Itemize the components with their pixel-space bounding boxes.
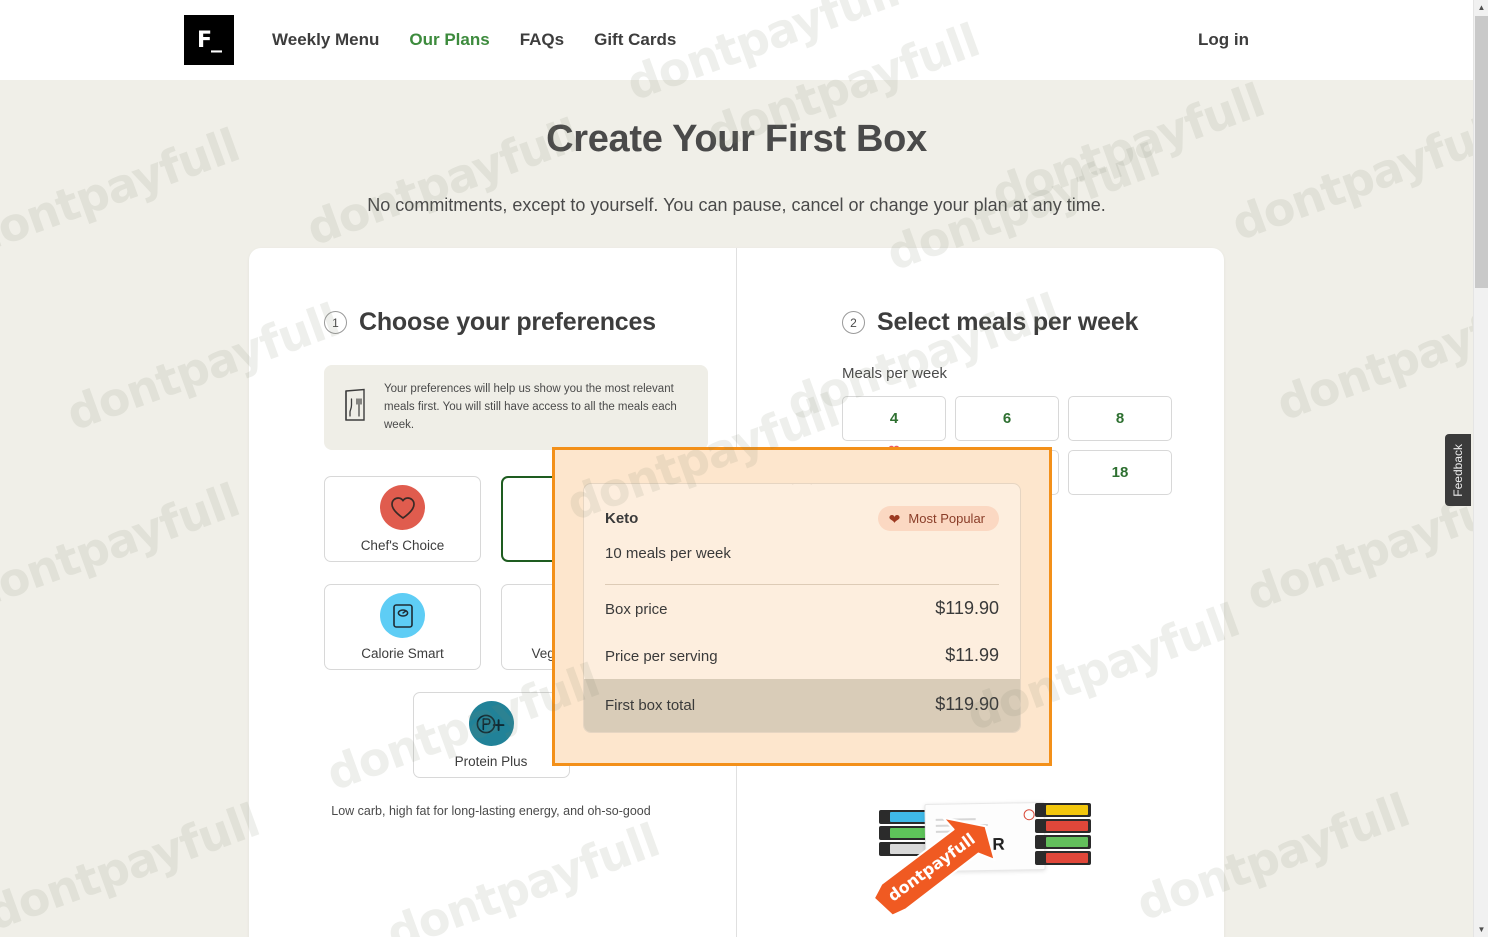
- price-summary-panel: Keto ❤ Most Popular 10 meals per week Bo…: [583, 483, 1021, 733]
- or-separator-text: OR: [977, 834, 1006, 855]
- nav-item-faqs[interactable]: FAQs: [520, 30, 564, 50]
- heart-icon: ❤: [888, 510, 901, 527]
- login-link[interactable]: Log in: [1198, 30, 1249, 50]
- price-row-per-serving: Price per serving $11.99: [584, 632, 1020, 679]
- main-navigation: Weekly Menu Our Plans FAQs Gift Cards: [272, 30, 676, 50]
- page-subtitle: No commitments, except to yourself. You …: [367, 195, 1106, 215]
- step-2-number: 2: [842, 311, 865, 334]
- feedback-label: Feedback: [1451, 443, 1465, 497]
- nav-item-gift-cards[interactable]: Gift Cards: [594, 30, 676, 50]
- preference-label: Calorie Smart: [361, 646, 444, 662]
- step-2-column: 2 Select meals per week Meals per week 4…: [552, 248, 1224, 937]
- meals-option-18[interactable]: 18: [1068, 450, 1172, 495]
- price-summary-highlight: Keto ❤ Most Popular 10 meals per week Bo…: [552, 447, 1052, 766]
- meal-tray-stack-right: [1035, 803, 1091, 867]
- nav-item-weekly-menu[interactable]: Weekly Menu: [272, 30, 379, 50]
- price-panel-header: Keto ❤ Most Popular: [584, 484, 1020, 531]
- price-row-label: First box total: [605, 697, 696, 714]
- step-2-header: 2 Select meals per week: [842, 308, 1196, 337]
- nav-item-our-plans[interactable]: Our Plans: [409, 30, 489, 50]
- preference-caption: Low carb, high fat for long-lasting ener…: [331, 804, 651, 819]
- step-1-header: 1 Choose your preferences: [324, 308, 708, 337]
- price-plan-name: Keto: [605, 510, 639, 527]
- preference-card-protein-plus[interactable]: Protein Plus: [412, 692, 570, 779]
- price-row-value: $119.90: [935, 694, 999, 714]
- feedback-tab[interactable]: Feedback: [1445, 434, 1471, 506]
- heart-icon: [380, 485, 425, 531]
- preference-label: Chef's Choice: [360, 538, 445, 554]
- page-title: Create Your First Box: [546, 118, 927, 160]
- preference-card-chefs-choice[interactable]: Chef's Choice: [324, 476, 481, 563]
- photo-brand-icon: [1023, 809, 1035, 821]
- price-row-value: $11.99: [945, 645, 999, 665]
- preferences-info-note: Your preferences will help us show you t…: [324, 365, 708, 451]
- scrollbar-thumb[interactable]: [1475, 16, 1488, 288]
- price-row-box-price: Box price $119.90: [584, 585, 1020, 632]
- menu-card-icon: [342, 388, 368, 427]
- scroll-up-arrow-icon[interactable]: ▲: [1474, 0, 1488, 15]
- step-1-number: 1: [324, 311, 347, 334]
- step-1-title: Choose your preferences: [359, 308, 656, 336]
- price-row-value: $119.90: [935, 598, 999, 618]
- meals-option-8[interactable]: 8: [1068, 396, 1172, 441]
- price-row-label: Price per serving: [605, 648, 718, 665]
- price-meals-line: 10 meals per week: [605, 545, 731, 562]
- recipe-card-photo: OR: [924, 801, 1046, 873]
- meals-option-4[interactable]: 4: [842, 396, 946, 441]
- scroll-down-arrow-icon[interactable]: ▼: [1474, 922, 1488, 937]
- preference-label: Protein Plus: [454, 754, 528, 770]
- plan-builder-card: 1 Choose your preferences Your preferenc…: [249, 248, 1224, 937]
- meals-per-week-label: Meals per week: [842, 365, 948, 382]
- page-scrollbar[interactable]: ▲ ▼: [1473, 0, 1488, 937]
- meals-option-6[interactable]: 6: [955, 396, 1059, 441]
- price-row-first-box-total: First box total $119.90: [584, 679, 1020, 732]
- hero-section: Create Your First Box No commitments, ex…: [0, 80, 1473, 216]
- meal-boxes-photo: OR: [879, 801, 1091, 875]
- scale-icon: [380, 593, 425, 639]
- preferences-info-text: Your preferences will help us show you t…: [384, 383, 677, 431]
- protein-plus-icon: [468, 701, 514, 747]
- most-popular-badge: ❤ Most Popular: [877, 506, 999, 531]
- price-row-label: Box price: [605, 601, 668, 618]
- brand-logo[interactable]: F_: [184, 15, 234, 65]
- step-2-title: Select meals per week: [877, 308, 1139, 336]
- preference-card-calorie-smart[interactable]: Calorie Smart: [324, 584, 481, 671]
- site-header: F_ Weekly Menu Our Plans FAQs Gift Cards…: [0, 0, 1473, 80]
- page-viewport: F_ Weekly Menu Our Plans FAQs Gift Cards…: [0, 0, 1473, 937]
- most-popular-label: Most Popular: [908, 511, 985, 526]
